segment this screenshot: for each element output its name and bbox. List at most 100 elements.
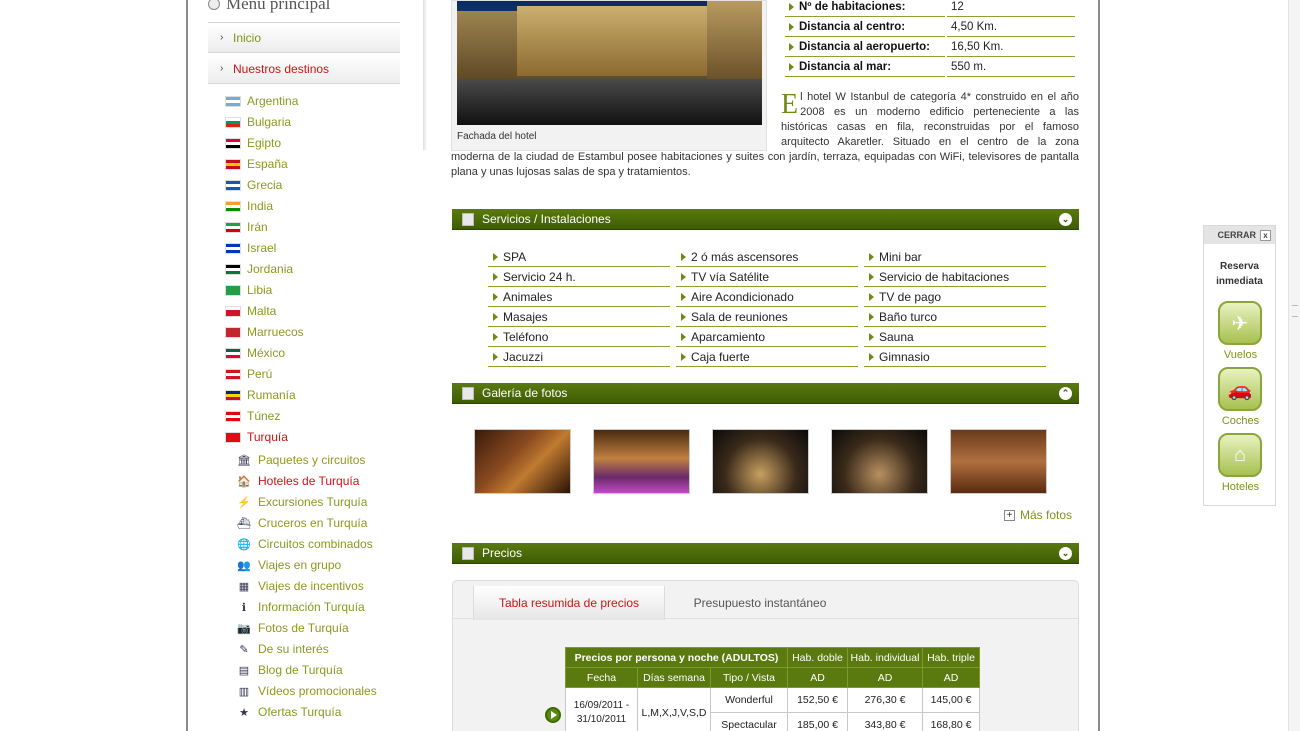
- country-link[interactable]: Rumanía: [225, 385, 296, 405]
- info-value: 12: [947, 0, 1075, 17]
- turquia-sub-link[interactable]: 📷 Fotos de Turquía: [236, 618, 349, 638]
- service-item: Aire Acondicionado: [676, 287, 858, 307]
- play-icon[interactable]: [545, 707, 561, 723]
- turquia-sub-link[interactable]: 🏠 Hoteles de Turquía: [236, 471, 359, 491]
- country-link[interactable]: Jordania: [225, 259, 293, 279]
- country-link[interactable]: Túnez: [225, 406, 280, 426]
- service-item: Sauna: [864, 327, 1046, 347]
- bullet-arrow-icon: [493, 252, 498, 261]
- turquia-sub-link[interactable]: 👥 Viajes en grupo: [236, 555, 341, 575]
- coches-button[interactable]: 🚗: [1218, 367, 1262, 411]
- country-link[interactable]: Grecia: [225, 175, 282, 195]
- hoteles-button[interactable]: ⌂: [1218, 433, 1262, 477]
- country-link[interactable]: México: [225, 343, 285, 363]
- more-photos-link[interactable]: + Más fotos: [1004, 508, 1072, 522]
- flag-icon: [225, 305, 241, 317]
- price-header-doble: Hab. doble: [787, 647, 848, 668]
- flag-icon: [225, 137, 241, 149]
- star-icon: ★: [239, 706, 249, 719]
- turquia-sub-link[interactable]: ⛴ Cruceros en Turquía: [236, 513, 367, 533]
- section-gallery[interactable]: Galería de fotos ⌃: [452, 383, 1079, 404]
- bullet-arrow-icon: [681, 352, 686, 361]
- turquia-sub-link[interactable]: ⚡ Excursiones Turquía: [236, 492, 367, 512]
- price-date-range: 16/09/2011 - 31/10/2011: [565, 687, 638, 731]
- widget-button-label[interactable]: Coches: [1204, 415, 1277, 427]
- bullet-arrow-icon: [681, 292, 686, 301]
- hotel-info-row: Distancia al centro: 4,50 Km.: [785, 17, 1075, 37]
- flag-icon: [225, 221, 241, 233]
- gallery-thumb-2[interactable]: [593, 429, 690, 494]
- flag-icon: [225, 179, 241, 191]
- film-icon: ▥: [238, 685, 250, 698]
- info-label: Distancia al mar:: [799, 60, 892, 73]
- hotel-info-row: Nº de habitaciones: 12: [785, 0, 1075, 17]
- collapse-toggle-icon[interactable]: ⌄: [1059, 213, 1072, 226]
- gallery-thumb-1[interactable]: [474, 429, 571, 494]
- expand-toggle-icon[interactable]: ⌃: [1059, 387, 1072, 400]
- section-prices[interactable]: Precios ⌄: [452, 543, 1079, 564]
- flag-icon: [225, 431, 241, 443]
- country-link[interactable]: Marruecos: [225, 322, 304, 342]
- section-services[interactable]: Servicios / Instalaciones ⌄: [452, 209, 1079, 230]
- bullet-arrow-icon: [789, 42, 794, 51]
- turquia-sub-link[interactable]: 🏛 Paquetes y circuitos: [236, 450, 365, 470]
- calculator-icon: [462, 547, 474, 560]
- bullet-arrow-icon: [869, 312, 874, 321]
- bullet-arrow-icon: [869, 352, 874, 361]
- turquia-sub-link[interactable]: 🌐 Circuitos combinados: [236, 534, 373, 554]
- flag-icon: [225, 242, 241, 254]
- prices-panel: Tabla resumida de precios Presupuesto in…: [452, 580, 1079, 731]
- widget-title: Reserva inmediata: [1216, 261, 1263, 287]
- monument-icon: 🏛: [237, 454, 251, 467]
- turquia-sub-link[interactable]: ✎ De su interés: [236, 639, 328, 659]
- close-icon[interactable]: x: [1260, 229, 1271, 241]
- turquia-sub-link[interactable]: ℹ Información Turquía: [236, 597, 365, 617]
- description-dropcap: E: [781, 89, 799, 120]
- widget-button-label[interactable]: Vuelos: [1204, 349, 1277, 361]
- turquia-sub-link[interactable]: ▥ Vídeos promocionales: [236, 681, 377, 701]
- flag-icon: [225, 347, 241, 359]
- blog-icon: ▤: [238, 664, 250, 677]
- camera-icon: 📷: [237, 622, 251, 635]
- menu-item-inicio[interactable]: › Inicio: [208, 24, 400, 52]
- page-scrollbar[interactable]: [1288, 0, 1300, 731]
- service-item: Sala de reuniones: [676, 307, 858, 327]
- close-label[interactable]: CERRAR: [1217, 230, 1256, 240]
- hotel-info-row: Distancia al mar: 550 m.: [785, 57, 1075, 77]
- gallery-thumb-4[interactable]: [831, 429, 928, 494]
- country-link[interactable]: Libia: [225, 280, 272, 300]
- gallery-thumb-5[interactable]: [950, 429, 1047, 494]
- country-link[interactable]: India: [225, 196, 273, 216]
- vuelos-button[interactable]: ✈: [1218, 301, 1262, 345]
- country-link[interactable]: Malta: [225, 301, 276, 321]
- country-link[interactable]: Argentina: [225, 91, 298, 111]
- info-value: 16,50 Km.: [947, 37, 1075, 57]
- collapse-toggle-icon[interactable]: ⌄: [1059, 547, 1072, 560]
- widget-button-label[interactable]: Hoteles: [1204, 481, 1277, 493]
- service-item: Aparcamiento: [676, 327, 858, 347]
- price-col-fecha: Fecha: [565, 667, 638, 688]
- tab-instant-quote[interactable]: Presupuesto instantáneo: [665, 586, 855, 620]
- country-link[interactable]: España: [225, 154, 288, 174]
- service-item: 2 ó más ascensores: [676, 247, 858, 267]
- gallery-thumb-3[interactable]: [712, 429, 809, 494]
- country-link[interactable]: Perú: [225, 364, 272, 384]
- country-link[interactable]: Israel: [225, 238, 276, 258]
- country-link[interactable]: Irán: [225, 217, 268, 237]
- service-item: Caja fuerte: [676, 347, 858, 367]
- turquia-sub-link[interactable]: ▤ Blog de Turquía: [236, 660, 343, 680]
- flag-icon: [225, 200, 241, 212]
- service-item: Mini bar: [864, 247, 1046, 267]
- chevron-right-icon: ›: [220, 63, 224, 74]
- country-link[interactable]: Egipto: [225, 133, 281, 153]
- bullet-arrow-icon: [493, 332, 498, 341]
- turquia-sub-link[interactable]: ▦ Viajes de incentivos: [236, 576, 364, 596]
- turquia-sub-link[interactable]: ★ Ofertas Turquía: [236, 702, 341, 722]
- tab-price-summary[interactable]: Tabla resumida de precios: [473, 586, 665, 620]
- country-link[interactable]: Turquía: [225, 427, 288, 447]
- bullet-arrow-icon: [681, 272, 686, 281]
- country-link[interactable]: Bulgaria: [225, 112, 291, 132]
- menu-item-destinos[interactable]: › Nuestros destinos: [208, 55, 400, 83]
- flag-icon: [225, 368, 241, 380]
- service-item: SPA: [488, 247, 670, 267]
